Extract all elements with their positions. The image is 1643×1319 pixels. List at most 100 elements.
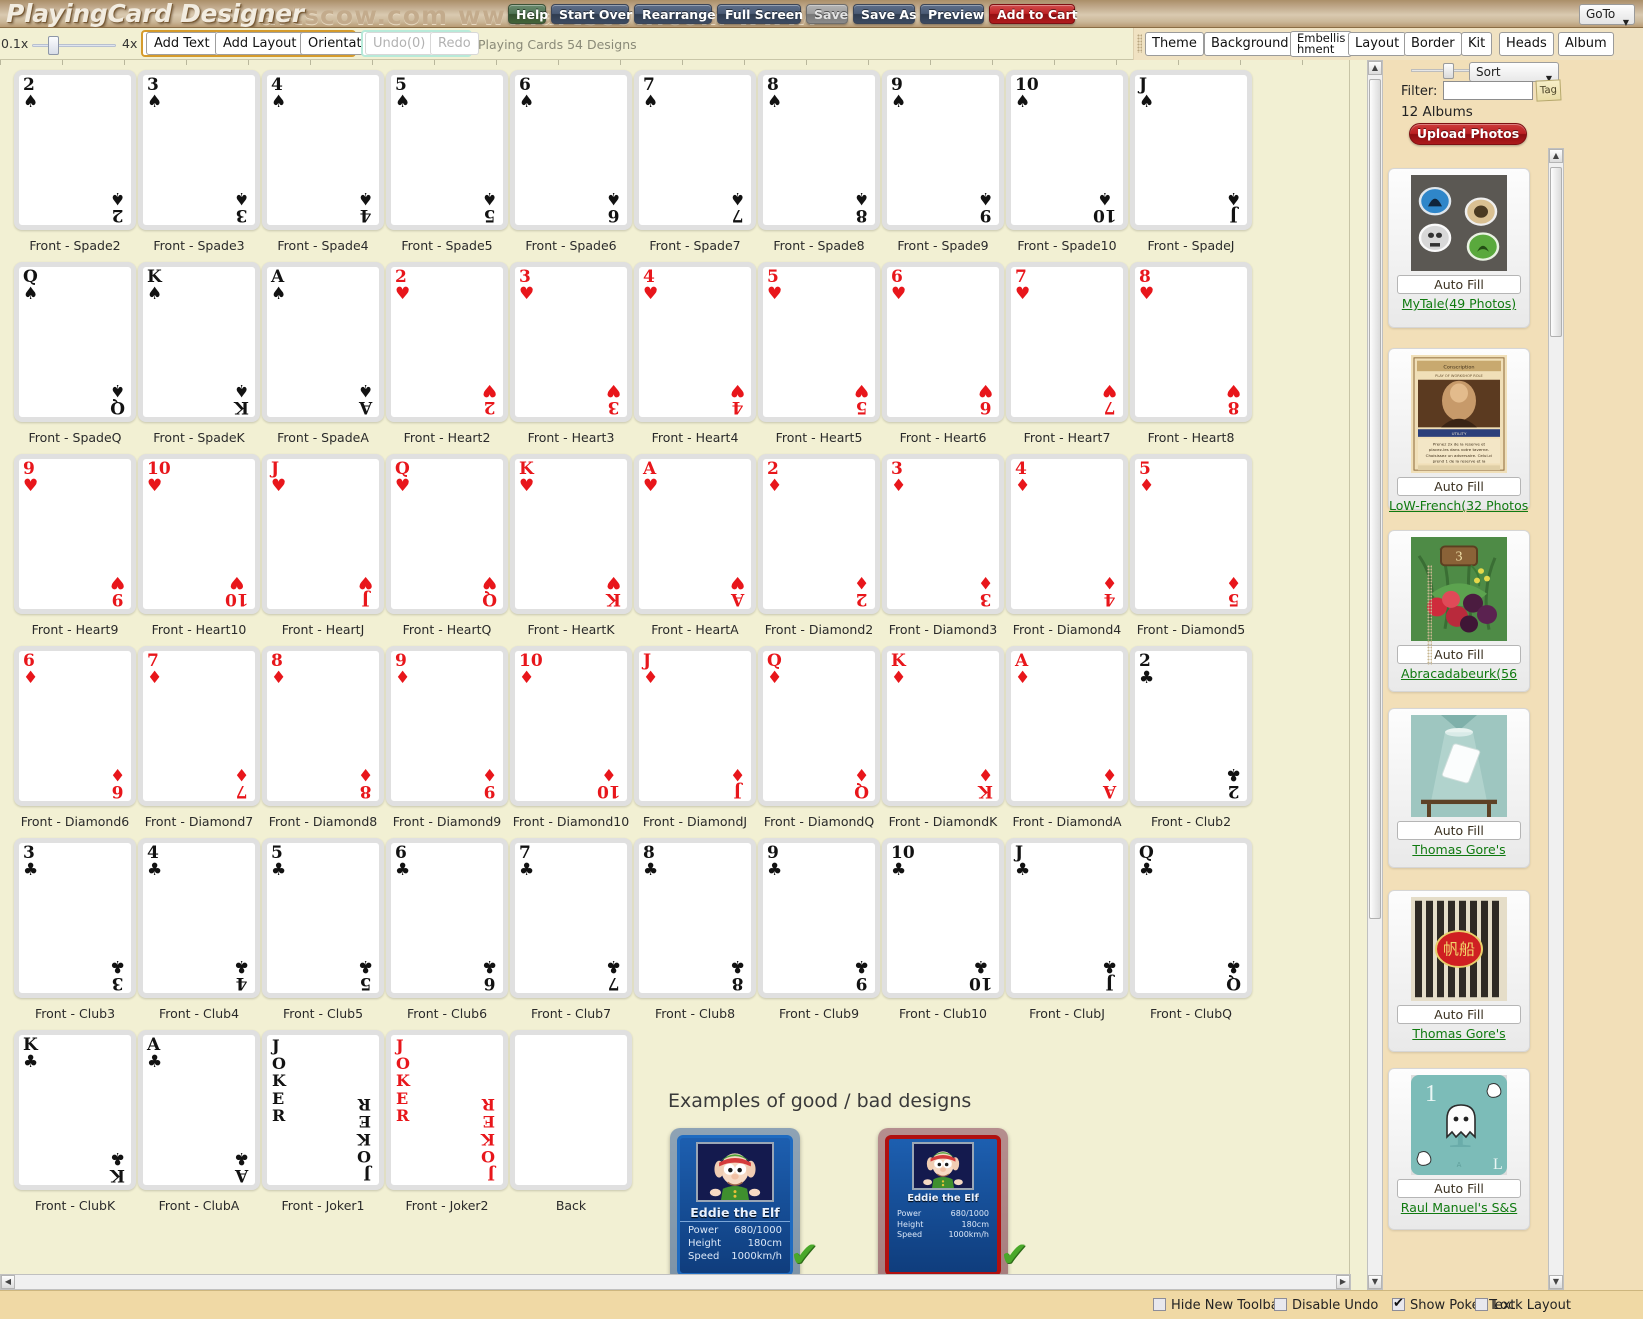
card-front-heart6[interactable]: 6 ♥ 6 ♥	[882, 262, 1004, 422]
card-front-club2[interactable]: 2 ♣ 2 ♣	[1130, 646, 1252, 806]
zoom-slider[interactable]: 0.1x 4x	[0, 33, 140, 55]
card-front-spade8[interactable]: 8 ♠ 8 ♠	[758, 70, 880, 230]
card-front-club8[interactable]: 8 ♣ 8 ♣	[634, 838, 756, 998]
add-text-button[interactable]: Add Text	[146, 32, 218, 55]
auto-fill-button[interactable]: Auto Fill	[1397, 1005, 1521, 1024]
card-front-heart3[interactable]: 3 ♥ 3 ♥	[510, 262, 632, 422]
card-front-diamond4[interactable]: 4 ♦ 4 ♦	[1006, 454, 1128, 614]
card-front-spade10[interactable]: 10 ♠ 10 ♠	[1006, 70, 1128, 230]
card-front-spadea[interactable]: A ♠ A ♠	[262, 262, 384, 422]
preview-button[interactable]: Preview	[920, 4, 984, 24]
card-front-diamond7[interactable]: 7 ♦ 7 ♦	[138, 646, 260, 806]
save-button[interactable]: Save	[806, 4, 848, 24]
background-button[interactable]: Background	[1204, 32, 1296, 56]
drag-grip-icon[interactable]	[1137, 34, 1142, 53]
card-front-spade9[interactable]: 9 ♠ 9 ♠	[882, 70, 1004, 230]
card-front-heart5[interactable]: 5 ♥ 5 ♥	[758, 262, 880, 422]
album-card[interactable]: Auto Fill Thomas Gore's	[1388, 708, 1530, 868]
kit-button[interactable]: Kit	[1461, 32, 1493, 56]
album-name-link[interactable]: MyTale(49 Photos)	[1389, 296, 1529, 311]
rearrange-button[interactable]: Rearrange	[634, 4, 716, 24]
card-front-club9[interactable]: 9 ♣ 9 ♣	[758, 838, 880, 998]
card-front-diamond10[interactable]: 10 ♦ 10 ♦	[510, 646, 632, 806]
card-front-diamondq[interactable]: Q ♦ Q ♦	[758, 646, 880, 806]
auto-fill-button[interactable]: Auto Fill	[1397, 275, 1521, 294]
card-front-spade2[interactable]: 2 ♠ 2 ♠	[14, 70, 136, 230]
canvas-horizontal-scrollbar[interactable]: ◀ ▶	[0, 1274, 1351, 1290]
card-front-diamond8[interactable]: 8 ♦ 8 ♦	[262, 646, 384, 806]
zoom-slider-track[interactable]	[32, 44, 116, 47]
layout-button[interactable]: Layout	[1348, 32, 1407, 56]
card-front-diamonda[interactable]: A ♦ A ♦	[1006, 646, 1128, 806]
card-front-spade4[interactable]: 4 ♠ 4 ♠	[262, 70, 384, 230]
card-front-spade6[interactable]: 6 ♠ 6 ♠	[510, 70, 632, 230]
album-panel-scrollbar[interactable]: ▲ ▼	[1548, 148, 1564, 1290]
card-front-heart7[interactable]: 7 ♥ 7 ♥	[1006, 262, 1128, 422]
card-front-clubq[interactable]: Q ♣ Q ♣	[1130, 838, 1252, 998]
border-button[interactable]: Border	[1404, 32, 1462, 56]
album-panel-outer-scrollbar[interactable]: ▲ ▼	[1367, 60, 1383, 1290]
card-front-heart10[interactable]: 10 ♥ 10 ♥	[138, 454, 260, 614]
album-card[interactable]: Auto Fill MyTale(49 Photos)	[1388, 168, 1530, 328]
card-front-spade5[interactable]: 5 ♠ 5 ♠	[386, 70, 508, 230]
album-name-link[interactable]: Thomas Gore's	[1389, 842, 1529, 857]
card-front-diamondj[interactable]: J ♦ J ♦	[634, 646, 756, 806]
auto-fill-button[interactable]: Auto Fill	[1397, 1179, 1521, 1198]
checkbox-box[interactable]	[1274, 1298, 1287, 1311]
scroll-up-icon[interactable]: ▲	[1368, 61, 1382, 75]
add-layout-button[interactable]: Add Layout	[215, 32, 305, 55]
card-front-heart2[interactable]: 2 ♥ 2 ♥	[386, 262, 508, 422]
checkbox-box[interactable]	[1392, 1296, 1405, 1311]
card-front-diamond6[interactable]: 6 ♦ 6 ♦	[14, 646, 136, 806]
full-screen-button[interactable]: Full Screen	[717, 4, 803, 24]
auto-fill-button[interactable]: Auto Fill	[1397, 645, 1521, 664]
card-front-diamond2[interactable]: 2 ♦ 2 ♦	[758, 454, 880, 614]
card-front-heart4[interactable]: 4 ♥ 4 ♥	[634, 262, 756, 422]
embellishment-button[interactable]: Embellis hment	[1290, 31, 1353, 57]
add-to-cart-button[interactable]: Add to Cart	[989, 4, 1078, 24]
card-front-spadej[interactable]: J ♠ J ♠	[1130, 70, 1252, 230]
theme-button[interactable]: Theme	[1145, 32, 1204, 56]
scroll-down-icon[interactable]: ▼	[1549, 1275, 1563, 1289]
panel-splitter-grip[interactable]	[1427, 565, 1432, 665]
album-thumbnail[interactable]: 3	[1411, 537, 1507, 641]
card-front-club3[interactable]: 3 ♣ 3 ♣	[14, 838, 136, 998]
card-front-spade7[interactable]: 7 ♠ 7 ♠	[634, 70, 756, 230]
redo-button[interactable]: Redo	[430, 32, 479, 55]
album-card[interactable]: 帆船 Auto Fill Thomas Gore's	[1388, 890, 1530, 1052]
card-front-joker2[interactable]: JOKER JOKER	[386, 1030, 508, 1190]
checkbox-box[interactable]	[1475, 1298, 1488, 1311]
upload-photos-button[interactable]: Upload Photos	[1409, 123, 1527, 145]
card-front-hearta[interactable]: A ♥ A ♥	[634, 454, 756, 614]
album-card[interactable]: 11ALAuto FillRaul Manuel's S&S	[1388, 1068, 1530, 1230]
card-canvas[interactable]: 2 ♠ 2 ♠ Front - Spade2 3 ♠ 3 ♠ Front - Spade3 4 ♠ 4 ♠…	[0, 60, 1350, 1290]
goto-dropdown[interactable]: GoTo ▼	[1579, 4, 1635, 27]
album-name-link[interactable]: Raul Manuel's S&S	[1389, 1200, 1529, 1215]
card-front-clubk[interactable]: K ♣ K ♣	[14, 1030, 136, 1190]
album-size-slider-thumb[interactable]	[1443, 63, 1454, 79]
card-front-heartq[interactable]: Q ♥ Q ♥	[386, 454, 508, 614]
scroll-right-icon[interactable]: ▶	[1336, 1275, 1350, 1289]
album-thumbnail[interactable]: 帆船	[1411, 897, 1507, 1001]
album-name-link[interactable]: Thomas Gore's	[1389, 1026, 1529, 1041]
card-front-spade3[interactable]: 3 ♠ 3 ♠	[138, 70, 260, 230]
save-as-button[interactable]: Save As	[853, 4, 917, 24]
scroll-down-icon[interactable]: ▼	[1368, 1275, 1382, 1289]
card-front-heartk[interactable]: K ♥ K ♥	[510, 454, 632, 614]
card-front-spadek[interactable]: K ♠ K ♠	[138, 262, 260, 422]
album-card[interactable]: 3 Auto Fill Abracadabeurk(56	[1388, 530, 1530, 692]
heads-button[interactable]: Heads	[1499, 32, 1554, 56]
start-over-button[interactable]: Start Over	[551, 4, 632, 24]
checkbox-box[interactable]	[1153, 1298, 1166, 1311]
undo-button[interactable]: Undo(0)	[365, 32, 434, 55]
card-front-diamondk[interactable]: K ♦ K ♦	[882, 646, 1004, 806]
checkbox-lock-layout[interactable]: Lock Layout	[1475, 1298, 1571, 1313]
checkbox-hide-new-toolbar[interactable]: Hide New Toolbar	[1153, 1298, 1284, 1313]
card-front-heart8[interactable]: 8 ♥ 8 ♥	[1130, 262, 1252, 422]
filter-input[interactable]	[1443, 81, 1533, 100]
card-front-club6[interactable]: 6 ♣ 6 ♣	[386, 838, 508, 998]
album-button[interactable]: Album	[1558, 32, 1614, 56]
card-front-club5[interactable]: 5 ♣ 5 ♣	[262, 838, 384, 998]
card-front-spadeq[interactable]: Q ♠ Q ♠	[14, 262, 136, 422]
checkbox-disable-undo[interactable]: Disable Undo	[1274, 1298, 1378, 1313]
